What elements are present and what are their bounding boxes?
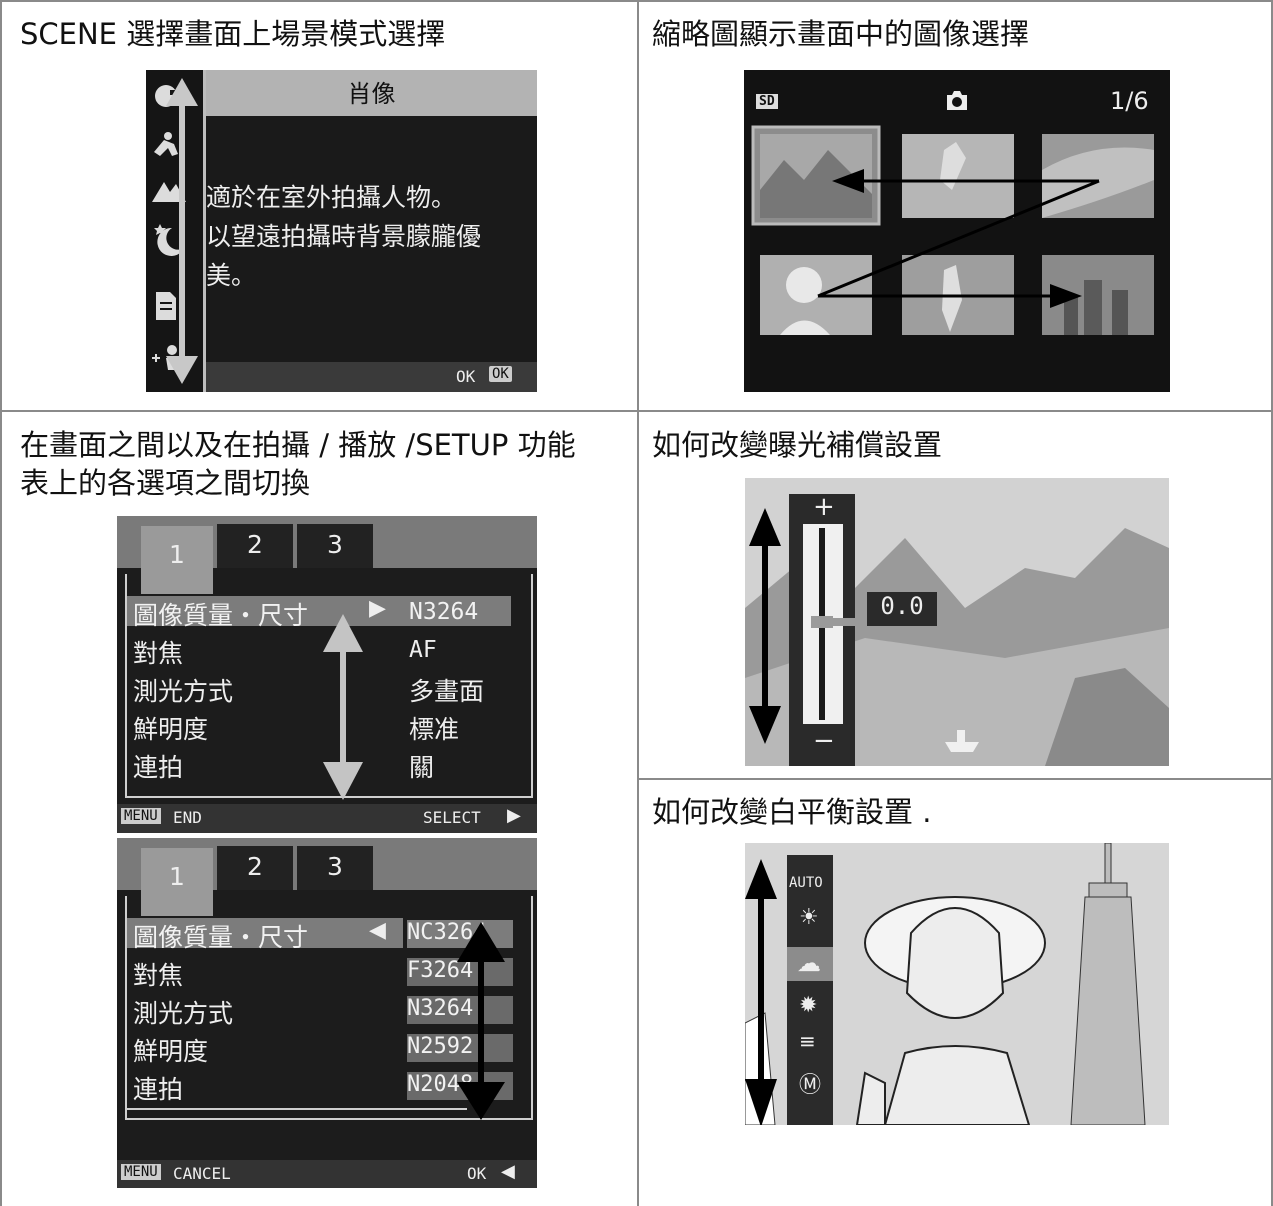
scene-mode-screen: 肖像 適於在室外拍攝人物。 以望遠拍攝時背景朦朧優 美。 OK OK	[146, 70, 537, 392]
scene-description-line: 以望遠拍攝時背景朦朧優	[206, 222, 482, 251]
ok-key-icon: OK	[489, 366, 512, 382]
scene-description-line: 美。	[206, 261, 257, 290]
exposure-screen: + − 0.0	[745, 478, 1169, 766]
wb-cell-title: 如何改變白平衡設置 .	[652, 795, 932, 829]
manual-icon[interactable]: Ⓜ	[799, 1067, 821, 1099]
menu-cell-title-line2: 表上的各選項之間切換	[20, 466, 311, 500]
fluorescent-icon[interactable]: ≡	[799, 1029, 816, 1053]
exposure-cell-title: 如何改變曝光補償設置	[652, 428, 943, 462]
size-submenu-screen: 1 2 3 圖像質量・尺寸 ◀ NC3264 對焦 F3264 測光方式 N32…	[117, 838, 537, 1188]
sun-icon[interactable]: ☀	[799, 905, 819, 930]
tungsten-icon[interactable]: ✹	[799, 993, 817, 1018]
thumbnail	[1042, 134, 1154, 218]
scene-header: 肖像	[347, 80, 396, 108]
text-icon	[156, 292, 176, 320]
ok-label: OK	[456, 367, 476, 386]
scene-cell-title: SCENE 選擇畫面上場景模式選擇	[20, 17, 446, 51]
plus-label: +	[813, 492, 835, 522]
shooting-menu-screen: 1 2 3 圖像質量・尺寸 ▶ N3264 對焦 AF 測光方式 多畫面 鮮明度…	[117, 516, 537, 833]
menu-cell-title-line1: 在畫面之間以及在拍攝 / 播放 /SETUP 功能	[20, 428, 576, 462]
sports-icon	[154, 132, 178, 156]
exposure-value: 0.0	[867, 592, 937, 626]
minus-label: −	[813, 726, 835, 756]
cloud-icon[interactable]: ☁	[797, 949, 821, 977]
wb-auto-option[interactable]: AUTO	[789, 875, 823, 891]
thumbnail-screen: SD 1/6	[744, 70, 1170, 392]
thumbnail	[902, 134, 1014, 218]
white-balance-screen: AUTO ☀ ☁ ✹ ≡ Ⓜ	[745, 843, 1169, 1125]
scene-description-line: 適於在室外拍攝人物。	[206, 183, 457, 212]
thumb-cell-title: 縮略圖顯示畫面中的圖像選擇	[652, 17, 1030, 51]
